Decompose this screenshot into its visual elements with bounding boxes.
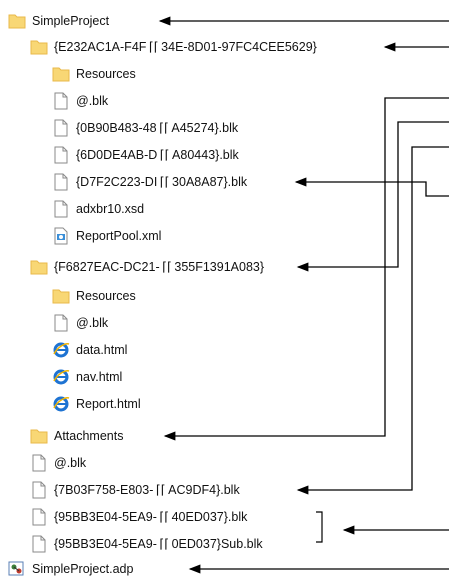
annotation-arrows <box>158 16 449 574</box>
arrow-to-blk-d7f2 <box>294 177 449 197</box>
bracket-95bb3e04 <box>316 511 323 543</box>
arrow-to-blk-7b03 <box>296 146 449 495</box>
